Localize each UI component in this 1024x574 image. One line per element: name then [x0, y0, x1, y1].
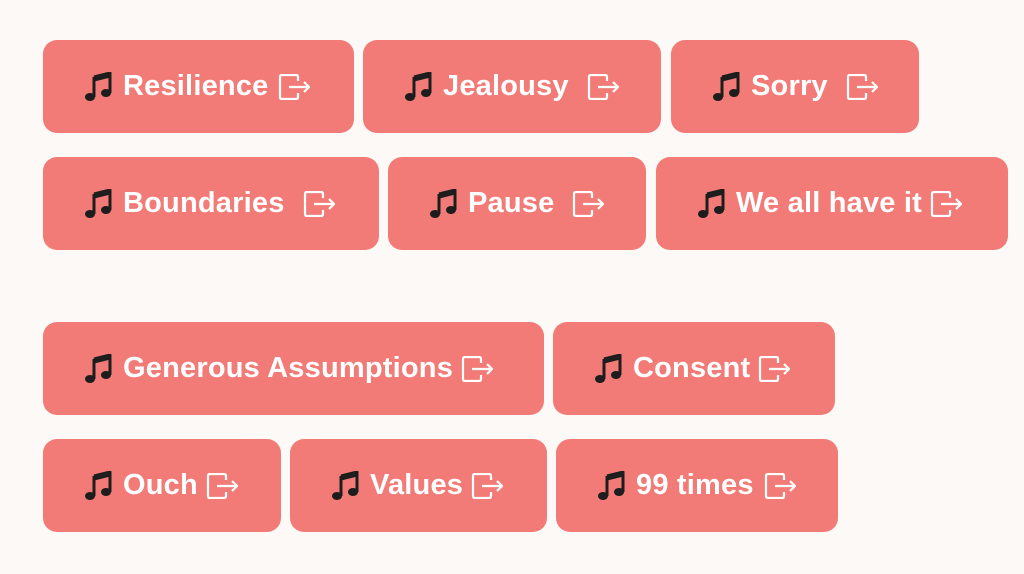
- exit-icon: [471, 472, 505, 499]
- exit-icon: [764, 472, 798, 499]
- song-button-label: Values: [370, 469, 464, 501]
- song-button-label: Pause: [468, 187, 555, 219]
- exit-icon: [587, 73, 621, 100]
- exit-icon: [278, 73, 312, 100]
- musical-notes-icon: [598, 470, 626, 501]
- song-button-label: Generous Assumptions: [123, 352, 454, 384]
- song-button-values[interactable]: Values: [290, 439, 547, 532]
- song-button-label: Resilience: [123, 70, 269, 102]
- song-button-label: We all have it: [736, 187, 923, 219]
- exit-icon: [930, 190, 964, 217]
- musical-notes-icon: [332, 470, 360, 501]
- button-grid: Resilience Jealousy Sorry Boundaries Pau…: [0, 0, 1024, 574]
- exit-icon: [572, 190, 606, 217]
- song-button-label: Jealousy: [443, 70, 569, 102]
- song-button-99-times[interactable]: 99 times: [556, 439, 838, 532]
- song-button-sorry[interactable]: Sorry: [671, 40, 919, 133]
- musical-notes-icon: [713, 71, 741, 102]
- musical-notes-icon: [595, 353, 623, 384]
- song-button-label: Boundaries: [123, 187, 285, 219]
- exit-icon: [461, 355, 495, 382]
- exit-icon: [303, 190, 337, 217]
- song-button-label: Ouch: [123, 469, 198, 501]
- musical-notes-icon: [405, 71, 433, 102]
- song-button-resilience[interactable]: Resilience: [43, 40, 354, 133]
- song-button-generous-assumptions[interactable]: Generous Assumptions: [43, 322, 544, 415]
- song-button-jealousy[interactable]: Jealousy: [363, 40, 661, 133]
- musical-notes-icon: [430, 188, 458, 219]
- song-button-consent[interactable]: Consent: [553, 322, 835, 415]
- song-button-we-all-have-it[interactable]: We all have it: [656, 157, 1008, 250]
- exit-icon: [846, 73, 880, 100]
- song-button-boundaries[interactable]: Boundaries: [43, 157, 379, 250]
- song-button-pause[interactable]: Pause: [388, 157, 646, 250]
- musical-notes-icon: [85, 188, 113, 219]
- song-button-label: 99 times: [636, 469, 754, 501]
- exit-icon: [206, 472, 240, 499]
- song-button-label: Sorry: [751, 70, 828, 102]
- musical-notes-icon: [85, 353, 113, 384]
- musical-notes-icon: [85, 470, 113, 501]
- song-button-label: Consent: [633, 352, 751, 384]
- musical-notes-icon: [85, 71, 113, 102]
- exit-icon: [758, 355, 792, 382]
- musical-notes-icon: [698, 188, 726, 219]
- song-button-ouch[interactable]: Ouch: [43, 439, 281, 532]
